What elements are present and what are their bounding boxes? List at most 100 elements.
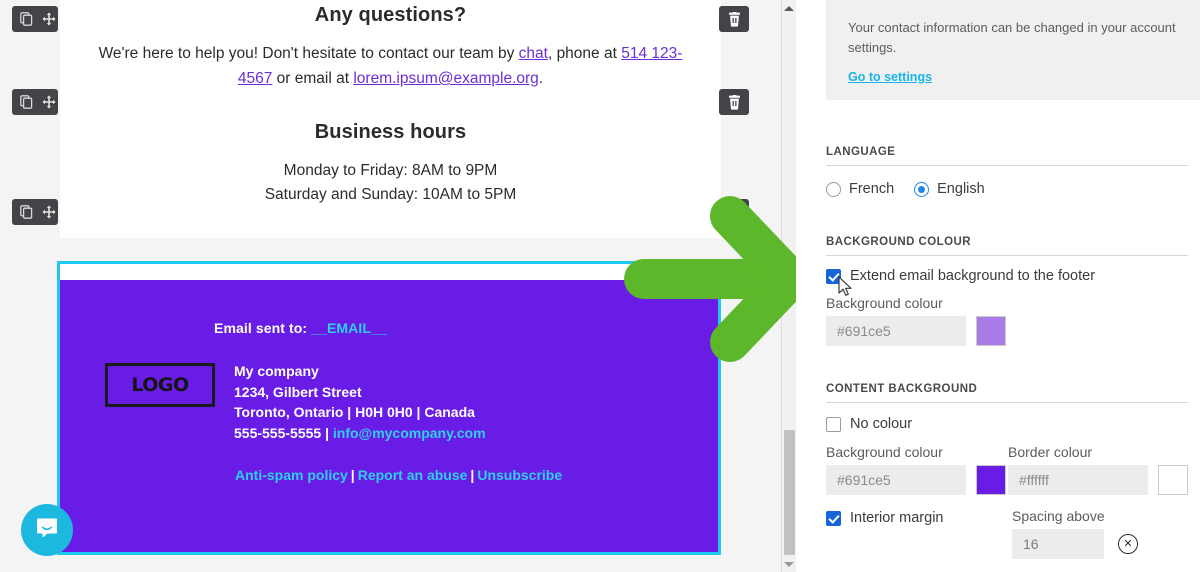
logo-label: LOGO: [131, 374, 189, 396]
company-phone: 555-555-5555: [234, 424, 322, 441]
trash-icon[interactable]: [728, 11, 741, 27]
block-tools-delete-2[interactable]: [719, 89, 749, 115]
interior-margin-checkbox-row[interactable]: Interior margin: [826, 508, 1012, 526]
footer-legal-links: Anti-spam policy | Report an abuse | Unsubsc…: [235, 467, 706, 483]
anti-spam-policy-link[interactable]: Anti-spam policy: [235, 467, 348, 483]
interior-margin-label: Interior margin: [850, 510, 944, 526]
checkbox-no-colour[interactable]: [826, 416, 841, 432]
contact-info-notice: Your contact information can be changed …: [826, 0, 1200, 100]
border-colour-group: Border colour #ffffff: [1008, 444, 1188, 495]
sent-to-label: Email sent to:: [214, 320, 312, 336]
help-text-d: .: [538, 70, 544, 87]
content-background-colour-label: Background colour: [826, 444, 943, 460]
language-option-english[interactable]: English: [914, 181, 985, 197]
background-colour-swatch[interactable]: [976, 316, 1006, 346]
language-section: LANGUAGE French English: [826, 146, 1188, 197]
link-separator-2: |: [470, 467, 475, 483]
language-section-title: LANGUAGE: [826, 146, 1188, 166]
footer-background: Email sent to: __EMAIL__ LOGO My company…: [60, 280, 718, 552]
background-colour-field[interactable]: #691ce5: [826, 316, 1188, 346]
copy-icon[interactable]: [20, 205, 33, 219]
go-to-settings-link[interactable]: Go to settings: [848, 70, 932, 84]
background-colour-field-group: Background colour #691ce5: [826, 295, 1188, 346]
content-background-section: CONTENT BACKGROUND No colour Background …: [826, 383, 1188, 559]
email-help-paragraph: We're here to help you! Don't hesitate t…: [88, 27, 693, 91]
content-colour-fields-row: Background colour #691ce5 Border colour …: [826, 444, 1188, 495]
move-icon[interactable]: [42, 12, 56, 26]
company-email: info@mycompany.com: [332, 424, 486, 441]
unsubscribe-link[interactable]: Unsubscribe: [477, 467, 562, 483]
border-colour-field[interactable]: #ffffff: [1008, 465, 1188, 495]
copy-icon[interactable]: [20, 95, 33, 109]
extend-background-checkbox-row[interactable]: Extend email background to the footer: [826, 268, 1188, 284]
caret-up-icon: [784, 5, 794, 11]
help-text-b: , phone at: [547, 45, 622, 62]
spacing-above-group: Spacing above 16 ✕: [1012, 508, 1138, 559]
contact-info-text: Your contact information can be changed …: [848, 20, 1176, 55]
link-separator-1: |: [350, 467, 355, 483]
block-tools-delete-1[interactable]: [719, 6, 749, 32]
move-icon[interactable]: [42, 95, 56, 109]
scroll-down-button[interactable]: [782, 556, 796, 572]
checkbox-interior-margin[interactable]: [826, 510, 841, 526]
background-colour-field-label: Background colour: [826, 295, 943, 311]
business-hours-lines: Monday to Friday: 8AM to 9PM Saturday an…: [88, 144, 693, 207]
spacing-above-input[interactable]: 16: [1012, 529, 1104, 559]
move-icon[interactable]: [42, 205, 56, 219]
editor-scrollbar[interactable]: [781, 0, 796, 572]
clear-circle-icon[interactable]: ✕: [1118, 534, 1138, 554]
language-option-french[interactable]: French: [826, 181, 894, 197]
logo-placeholder[interactable]: LOGO: [105, 363, 215, 407]
company-address-block: My company 1234, Gilbert Street Toronto,…: [234, 361, 486, 443]
email-link[interactable]: lorem.ipsum@example.org: [353, 70, 538, 87]
company-city: Toronto, Ontario | H0H 0H0 | Canada: [234, 404, 475, 420]
language-radio-group: French English: [826, 181, 1188, 197]
company-name: My company: [234, 363, 319, 379]
background-colour-section: BACKGROUND COLOUR Extend email backgroun…: [826, 236, 1188, 346]
extend-background-label: Extend email background to the footer: [850, 268, 1096, 284]
chat-bubble-icon: [34, 515, 60, 546]
email-footer-block-selected[interactable]: Email sent to: __EMAIL__ LOGO My company…: [57, 261, 721, 555]
scrollbar-thumb[interactable]: [784, 430, 795, 555]
block-tools-left-3[interactable]: [12, 199, 58, 225]
email-content-block[interactable]: Any questions? We're here to help you! D…: [60, 0, 721, 238]
hours-weekday: Monday to Friday: 8AM to 9PM: [283, 162, 498, 179]
no-colour-checkbox-row[interactable]: No colour: [826, 416, 1188, 432]
chat-launcher-button[interactable]: [21, 504, 73, 556]
content-background-colour-swatch[interactable]: [976, 465, 1006, 495]
block-tools-left-2[interactable]: [12, 89, 58, 115]
radio-french[interactable]: [826, 181, 841, 197]
content-background-section-title: CONTENT BACKGROUND: [826, 383, 1188, 403]
email-editor-canvas: Any questions? We're here to help you! D…: [0, 0, 796, 572]
help-text-c: or email at: [272, 70, 354, 87]
content-background-colour-input[interactable]: #691ce5: [826, 465, 966, 495]
caret-down-icon: [784, 561, 794, 567]
border-colour-input[interactable]: #ffffff: [1008, 465, 1148, 495]
radio-english[interactable]: [914, 181, 930, 197]
border-colour-swatch[interactable]: [1158, 465, 1188, 495]
footer-columns: LOGO My company 1234, Gilbert Street Tor…: [84, 361, 706, 443]
app-root: Any questions? We're here to help you! D…: [0, 0, 1200, 572]
spacing-above-field: 16 ✕: [1012, 529, 1138, 559]
mouse-cursor: [838, 276, 854, 298]
email-sent-to-line: Email sent to: __EMAIL__: [214, 320, 706, 336]
email-heading-business-hours: Business hours: [314, 121, 467, 143]
contact-separator: |: [321, 424, 333, 441]
copy-icon[interactable]: [20, 12, 33, 26]
block-tools-delete-3[interactable]: [719, 199, 749, 225]
company-contact: 555-555-5555 | info@mycompany.com: [234, 423, 486, 444]
scroll-up-button[interactable]: [782, 0, 796, 16]
background-colour-section-title: BACKGROUND COLOUR: [826, 236, 1188, 256]
content-background-colour-field[interactable]: #691ce5: [826, 465, 1008, 495]
trash-icon[interactable]: [728, 204, 741, 220]
background-colour-input[interactable]: #691ce5: [826, 316, 966, 346]
chat-link[interactable]: chat: [519, 45, 548, 62]
no-colour-label: No colour: [850, 416, 913, 432]
trash-icon[interactable]: [728, 94, 741, 110]
company-street: 1234, Gilbert Street: [234, 383, 362, 400]
footer-content: Email sent to: __EMAIL__ LOGO My company…: [84, 320, 706, 483]
report-abuse-link[interactable]: Report an abuse: [358, 467, 468, 483]
block-tools-left-1[interactable]: [12, 6, 58, 32]
content-background-colour-group: Background colour #691ce5: [826, 444, 1008, 495]
language-label-french: French: [849, 181, 895, 197]
